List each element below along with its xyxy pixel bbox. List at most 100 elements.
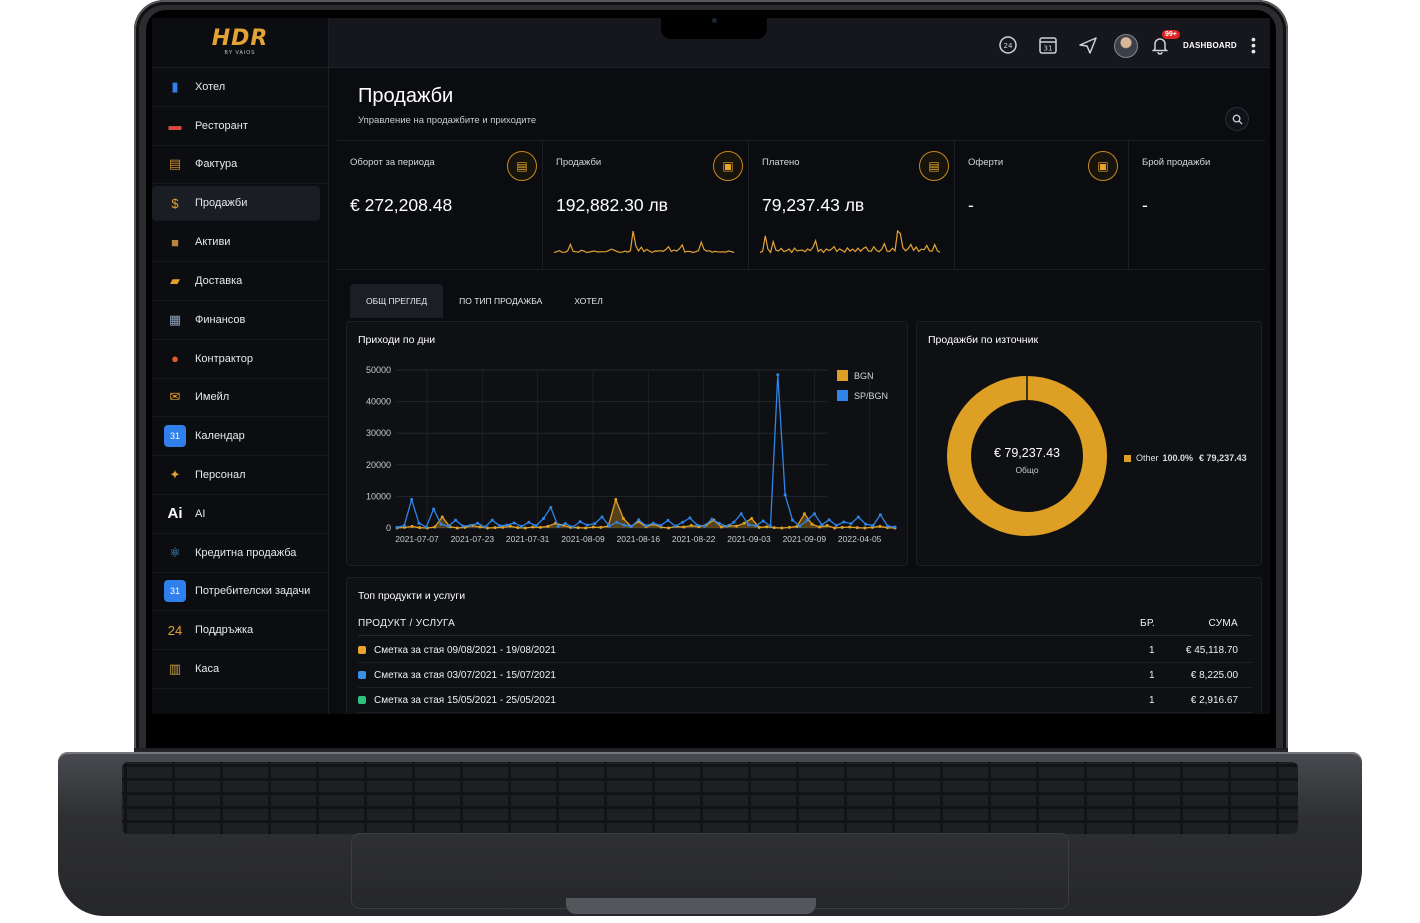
tab-overview[interactable]: ОБЩ ПРЕГЛЕД	[350, 284, 444, 318]
data-point	[493, 526, 497, 530]
row-product: Сметка за стая 03/07/2021 - 15/07/2021	[374, 669, 556, 681]
y-tick-label: 20000	[366, 460, 391, 470]
sidebar-item-10[interactable]: ✦ Персонал	[152, 456, 328, 495]
sidebar-item-5[interactable]: ▰ Доставка	[152, 262, 328, 301]
data-point	[833, 526, 837, 530]
calendar-31-label: 31	[1044, 45, 1053, 53]
sidebar-item-12[interactable]: ⚛ Кредитна продажба	[152, 534, 328, 573]
data-point	[820, 523, 824, 527]
revenue-chart-panel: Приходи по дни 0 10000 20000 30000 40000 5000…	[346, 321, 908, 566]
data-point	[827, 518, 831, 522]
logo-mark: HDR	[211, 26, 269, 51]
stat-card-turnover: Оборот за периода € 272,208.48 ▤	[337, 141, 543, 269]
person-icon: ●	[171, 351, 179, 367]
sidebar-item-4[interactable]: ■ Активи	[152, 223, 328, 263]
sidebar-item-14[interactable]: 24 Поддръжка	[152, 611, 328, 651]
building-icon: ▮	[171, 78, 179, 94]
y-tick-label: 30000	[366, 428, 391, 438]
sidebar-item-9[interactable]: 31 Календар	[152, 417, 328, 457]
y-tick-label: 40000	[366, 397, 391, 407]
calendar-31-icon[interactable]: 31	[1037, 34, 1059, 56]
sidebar-item-label: Доставка	[195, 275, 243, 288]
data-point	[478, 525, 482, 529]
data-point	[446, 524, 450, 528]
data-point	[578, 520, 582, 524]
data-point	[476, 521, 480, 525]
data-point	[802, 512, 806, 516]
brand-logo[interactable]: HDR BY VAIOS	[152, 18, 328, 68]
sidebar-item-15[interactable]: ▥ Каса	[152, 650, 328, 689]
support-24-icon[interactable]: 24	[997, 34, 1019, 56]
data-point	[468, 523, 472, 527]
donut-legend-item[interactable]: Other 100.0% € 79,237.43	[1124, 453, 1247, 463]
data-point	[725, 524, 729, 528]
table-row[interactable]: Сметка за стая 09/08/2021 - 19/08/2021 1…	[358, 638, 1252, 663]
table-row[interactable]: Сметка за стая 15/05/2021 - 25/05/2021 1…	[358, 688, 1252, 713]
sidebar-item-11[interactable]: Ai AI	[152, 495, 328, 534]
data-point	[849, 522, 853, 526]
data-point	[483, 525, 487, 529]
calendar-icon: 31	[164, 580, 186, 603]
document-icon: ▤	[507, 151, 537, 181]
data-point	[486, 526, 490, 530]
avatar[interactable]	[1114, 34, 1138, 58]
data-point	[538, 525, 542, 529]
data-point	[576, 526, 580, 530]
series-line-sp-bgn	[396, 374, 896, 529]
x-tick-label: 2021-08-16	[617, 534, 661, 544]
data-point	[534, 524, 538, 528]
top-bar: 24 31 99+ DASHBOARD • • •	[329, 18, 1270, 68]
clipboard-icon: ▣	[713, 151, 743, 181]
stat-value: -	[1142, 195, 1148, 215]
data-point	[878, 524, 882, 528]
legend-item-sp-bgn[interactable]: SP/BGN	[837, 390, 888, 401]
sidebar-item-label: Персонал	[195, 469, 246, 482]
sidebar-item-label: Контрактор	[195, 352, 253, 365]
support-24-icon: 24	[167, 622, 183, 638]
stat-card-paid: Платено 79,237.43 лв ▤	[749, 141, 955, 269]
row-sum: € 8,225.00	[1190, 669, 1238, 681]
legend-swatch	[1124, 454, 1131, 462]
dashboard-link[interactable]: DASHBOARD	[1183, 41, 1237, 50]
tab-by-sale-type[interactable]: ПО ТИП ПРОДАЖБА	[443, 284, 558, 318]
data-point	[769, 524, 772, 528]
data-point	[520, 524, 523, 528]
data-point	[651, 521, 655, 525]
data-point	[440, 515, 444, 519]
row-qty: 1	[1149, 694, 1155, 706]
sidebar-item-label: Активи	[195, 236, 231, 249]
sidebar-item-7[interactable]: ● Контрактор	[152, 340, 328, 379]
sidebar-item-6[interactable]: ▦ Финансов	[152, 301, 328, 340]
data-point	[776, 373, 780, 377]
data-point	[840, 525, 844, 529]
sidebar-item-0[interactable]: ▮ Хотел	[152, 68, 328, 107]
sidebar-item-1[interactable]: ▬ Ресторант	[152, 107, 328, 146]
search-button[interactable]	[1225, 107, 1249, 131]
stat-card-sales: Продажби 192,882.30 лв ▣	[543, 141, 749, 269]
send-icon[interactable]	[1077, 34, 1099, 56]
stat-value: 79,237.43 лв	[762, 195, 865, 215]
x-tick-label: 2021-07-23	[451, 534, 495, 544]
page-title: Продажби	[358, 85, 454, 107]
sidebar-item-8[interactable]: ✉ Имейл	[152, 379, 328, 418]
legend-item-bgn[interactable]: BGN	[837, 370, 888, 381]
col-header-product: ПРОДУКТ / УСЛУГА	[358, 618, 456, 629]
table-row[interactable]: Сметка за стая 03/07/2021 - 15/07/2021 1…	[358, 663, 1252, 688]
sidebar-item-3[interactable]: $ Продажби	[152, 186, 320, 222]
tab-hotel[interactable]: ХОТЕЛ	[558, 284, 618, 318]
row-qty: 1	[1149, 669, 1155, 681]
box-icon: ■	[171, 234, 179, 250]
receipt-icon: ▤	[168, 156, 182, 172]
data-point	[418, 526, 422, 530]
data-point	[498, 524, 502, 528]
data-point	[765, 525, 769, 529]
series-area-bgn	[397, 499, 895, 528]
stats-row: Оборот за периода € 272,208.48 ▤ Продажб…	[337, 140, 1265, 270]
sidebar-item-2[interactable]: ▤ Фактура	[152, 146, 328, 185]
more-menu-icon[interactable]: • • •	[1251, 32, 1256, 58]
data-point	[644, 524, 648, 528]
mail-icon: ✉	[169, 389, 181, 405]
data-point	[455, 526, 459, 530]
sidebar-item-13[interactable]: 31 Потребителски задачи	[152, 573, 328, 612]
x-tick-label: 2021-07-07	[395, 534, 439, 544]
